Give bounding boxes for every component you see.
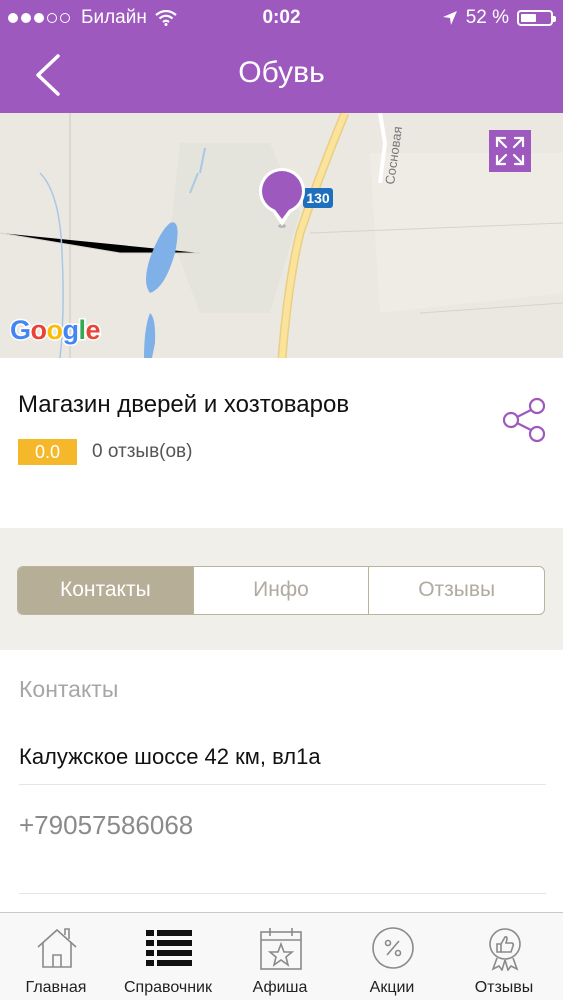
bottom-tab-bar: Главная Справочник Афиша Акции Отзывы bbox=[0, 912, 563, 1000]
status-bar: Билайн 0:02 52 % bbox=[0, 0, 563, 36]
tabbar-item-reviews[interactable]: Отзывы bbox=[448, 913, 560, 1001]
road-shield-label: 130 bbox=[306, 190, 330, 206]
divider bbox=[19, 784, 546, 785]
place-info bbox=[0, 358, 563, 528]
tabbar-item-directory[interactable]: Справочник bbox=[112, 913, 224, 1001]
page-title: Обувь bbox=[238, 56, 325, 89]
rating-badge: 0.0 bbox=[18, 439, 77, 465]
tabbar-label: Афиша bbox=[252, 979, 308, 996]
tab-contacts[interactable]: Контакты bbox=[18, 567, 193, 614]
tabbar-label: Главная bbox=[25, 979, 87, 996]
google-logo: Google Google bbox=[9, 313, 120, 354]
home-icon bbox=[37, 928, 77, 968]
tabbar-item-home[interactable]: Главная bbox=[0, 913, 112, 1001]
divider bbox=[19, 893, 546, 894]
thumbs-up-badge-icon bbox=[489, 928, 521, 971]
tabbar-label: Отзывы bbox=[474, 979, 534, 996]
place-name: Магазин дверей и хозтоваров bbox=[18, 391, 350, 418]
percent-icon bbox=[372, 927, 414, 969]
expand-map-icon[interactable] bbox=[489, 130, 531, 172]
battery-icon bbox=[517, 10, 556, 26]
share-icon[interactable] bbox=[500, 396, 548, 444]
location-arrow-icon bbox=[442, 11, 457, 25]
status-right: 52 % bbox=[442, 7, 556, 29]
segmented-control: Контакты Инфо Отзывы bbox=[17, 566, 545, 615]
tabbar-label: Акции bbox=[369, 979, 415, 996]
tab-info[interactable]: Инфо bbox=[192, 567, 369, 614]
svg-text:Google: Google bbox=[10, 315, 101, 345]
battery-percent: 52 % bbox=[465, 7, 509, 28]
reviews-count[interactable]: 0 отзыв(ов) bbox=[92, 441, 192, 463]
phone-link[interactable]: +79057586068 bbox=[19, 810, 193, 841]
tab-reviews[interactable]: Отзывы bbox=[368, 567, 544, 614]
tabbar-item-events[interactable]: Афиша bbox=[224, 913, 336, 1001]
tabbar-item-deals[interactable]: Акции bbox=[336, 913, 448, 1001]
list-icon bbox=[146, 930, 192, 966]
address-text[interactable]: Калужское шоссе 42 км, вл1а bbox=[19, 744, 321, 770]
nav-header: Билайн 0:02 52 % Обувь bbox=[0, 0, 563, 113]
calendar-star-icon bbox=[260, 928, 302, 970]
tabbar-label: Справочник bbox=[124, 979, 212, 996]
contacts-header: Контакты bbox=[19, 676, 119, 702]
